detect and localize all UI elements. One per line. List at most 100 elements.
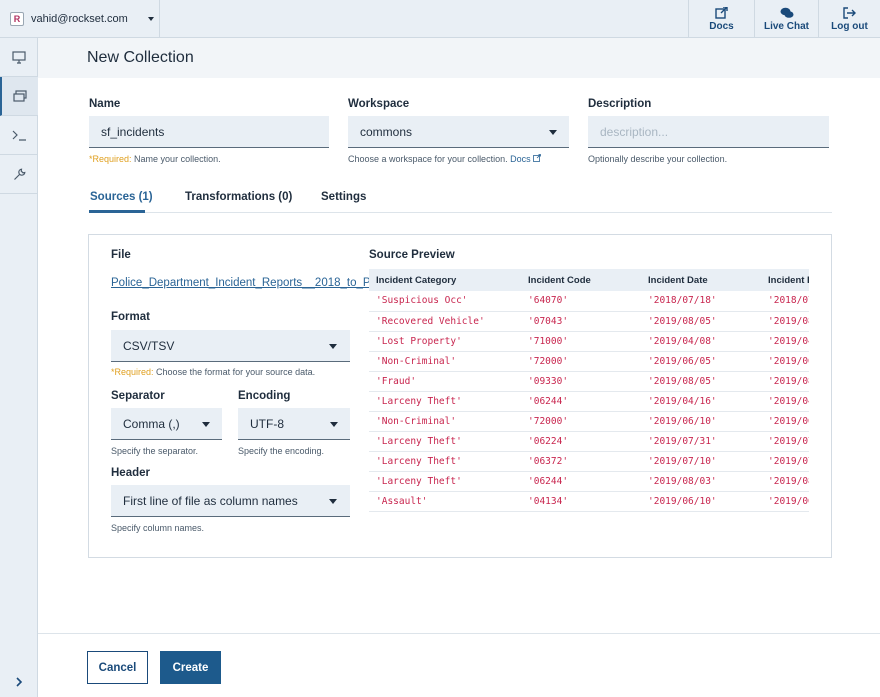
source-preview-table[interactable]: Incident Category Incident Code Incident… [369,269,809,512]
preview-column-header: Incident D [761,269,809,291]
live-chat-button[interactable]: Live Chat [754,0,818,38]
table-cell: '04134' [521,491,641,512]
name-help-text: Name your collection. [134,154,221,164]
rail-item-console[interactable] [0,38,38,77]
table-cell: 'Larceny Theft' [369,431,521,452]
docs-label: Docs [709,20,734,32]
table-row: 'Non-Criminal' '72000' '2019/06/05' '2019/0… [369,351,809,372]
file-label: File [111,249,131,261]
create-button[interactable]: Create [160,651,221,684]
header-value: First line of file as column names [123,493,298,508]
format-help-text: Choose the format for your source data. [156,367,316,377]
table-cell: 'Lost Property' [369,331,521,352]
log-out-button[interactable]: Log out [818,0,880,38]
table-cell: '2019/04/16' [641,391,761,412]
workspace-select[interactable]: commons [348,116,569,148]
chat-bubbles-icon [780,7,793,18]
table-cell: '2019/06/10' [641,491,761,512]
table-row: 'Recovered Vehicle' '07043' '2019/08/05' '2… [369,311,809,332]
left-nav-rail [0,38,38,697]
table-cell: '2019/07 [761,431,809,452]
table-cell: '71000' [521,331,641,352]
table-cell: 'Assault' [369,491,521,512]
header-select[interactable]: First line of file as column names [111,485,350,517]
workspace-help-text: Choose a workspace for your collection. [348,154,508,164]
monitor-icon [12,50,26,64]
table-cell: '06372' [521,451,641,472]
table-cell: '2019/07 [761,451,809,472]
separator-help: Specify the separator. [111,446,199,456]
table-cell: 'Recovered Vehicle' [369,311,521,332]
workspace-label: Workspace [348,98,410,110]
rail-item-collections[interactable] [0,77,38,116]
table-cell: '2019/06 [761,491,809,512]
chevron-right-icon [16,677,23,687]
table-cell: '2018/07 [761,291,809,312]
encoding-label: Encoding [238,390,291,402]
table-cell: 'Suspicious Occ' [369,291,521,312]
rail-item-query-editor[interactable] [0,116,38,155]
table-row: 'Larceny Theft' '06224' '2019/07/31' '2019/… [369,431,809,452]
log-out-label: Log out [831,20,868,32]
name-help: *Required: Name your collection. [89,154,221,164]
table-cell: '2019/04 [761,391,809,412]
separator-label: Separator [111,390,165,402]
table-cell: '2019/08/05' [641,311,761,332]
header-label: Header [111,467,150,479]
tab-transformations[interactable]: Transformations (0) [185,191,292,203]
preview-header-row: Incident Category Incident Code Incident… [369,269,809,291]
table-cell: '2019/06 [761,351,809,372]
cancel-button[interactable]: Cancel [87,651,148,684]
separator-select[interactable]: Comma (,) [111,408,222,440]
table-cell: '2019/08/03' [641,471,761,492]
preview-rows: 'Suspicious Occ' '64070' '2018/07/18' '2018… [369,291,809,512]
source-file-link[interactable]: Police_Department_Incident_Reports__2018… [111,277,369,289]
table-cell: '2018/07/18' [641,291,761,312]
table-cell: 'Fraud' [369,371,521,392]
rail-item-tools[interactable] [0,155,38,194]
account-email: vahid@rockset.com [31,13,128,25]
preview-column-header: Incident Category [369,269,521,291]
workspace-docs-link[interactable]: Docs [510,154,542,164]
preview-column-header: Incident Code [521,269,641,291]
description-input[interactable]: description... [588,116,829,148]
name-label: Name [89,98,121,110]
table-cell: '72000' [521,351,641,372]
tab-sources[interactable]: Sources (1) [90,191,153,203]
chevron-down-icon [202,422,210,427]
description-help: Optionally describe your collection. [588,154,728,164]
table-row: 'Lost Property' '71000' '2019/04/08' '2019/… [369,331,809,352]
active-tab-indicator [89,210,145,213]
format-label: Format [111,311,150,323]
table-row: 'Fraud''09330''2019/08/05''2019/08 [369,371,809,392]
table-cell: '2019/06 [761,411,809,432]
tabs-divider [89,212,832,213]
format-help: *Required: Choose the format for your so… [111,367,315,377]
format-select[interactable]: CSV/TSV [111,330,350,362]
workspace-value: commons [360,124,413,139]
wrench-icon [13,168,25,180]
tab-settings[interactable]: Settings [321,191,366,203]
expand-nav-button[interactable] [0,667,38,697]
chevron-down-icon [329,499,337,504]
live-chat-label: Live Chat [763,20,809,32]
table-cell: '2019/08/05' [641,371,761,392]
collections-icon [13,90,27,102]
docs-button[interactable]: Docs [688,0,754,38]
encoding-value: UTF-8 [250,416,284,431]
chevron-down-icon [330,422,338,427]
top-bar: R vahid@rockset.com Docs Live Chat Log o… [0,0,880,38]
account-switcher[interactable]: R vahid@rockset.com [0,0,160,38]
page-title: New Collection [87,49,194,66]
footer-divider [38,633,880,634]
encoding-select[interactable]: UTF-8 [238,408,350,440]
description-label: Description [588,98,652,110]
external-link-icon [715,6,728,19]
preview-column-header: Incident Date [641,269,761,291]
name-input[interactable]: sf_incidents [89,116,329,148]
table-cell: 'Non-Criminal' [369,411,521,432]
separator-value: Comma (,) [123,416,180,431]
table-row: 'Assault''04134''2019/06/10''2019/06 [369,491,809,512]
table-cell: '06244' [521,471,641,492]
table-row: 'Larceny Theft' '06244' '2019/08/03' '2019/… [369,471,809,492]
